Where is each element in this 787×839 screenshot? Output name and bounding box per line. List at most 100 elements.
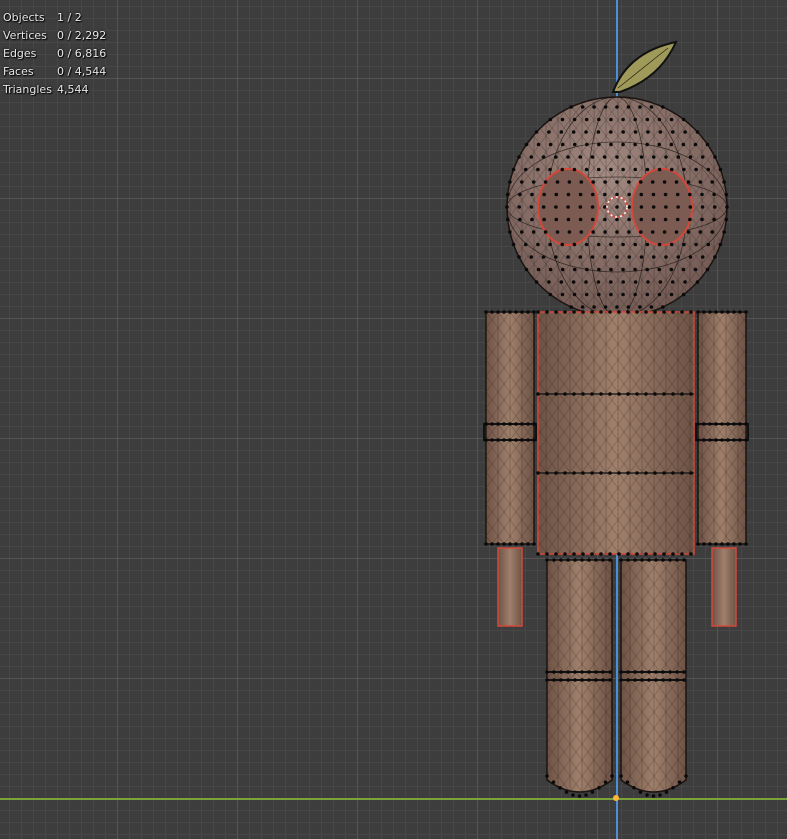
vertex-dot [508, 310, 512, 314]
vertex-dot [732, 310, 736, 314]
vertex-dot [686, 230, 691, 234]
vertex-dot [508, 438, 512, 442]
vertex-dot [536, 242, 540, 247]
vertex-dot [619, 774, 623, 778]
vertex-dot [661, 670, 665, 674]
vertex-dot [603, 180, 607, 184]
vertex-dot [563, 310, 567, 314]
vertex-dot [531, 180, 536, 184]
vertex-dot [545, 471, 549, 475]
vertex-dot [645, 292, 650, 297]
vertex-dot [654, 558, 658, 562]
vertex-dot [712, 192, 716, 197]
vertex-dot [700, 255, 705, 259]
vertex-dot [569, 105, 573, 109]
vertex-dot [517, 155, 521, 159]
vertex-dot [688, 217, 692, 222]
vertex-dot [693, 267, 698, 272]
vertex-dot [555, 180, 560, 184]
vertex-dot [609, 167, 613, 172]
vertex-dot [584, 117, 589, 122]
vertex-dot [619, 558, 623, 562]
vertex-dot [534, 130, 539, 134]
vertex-dot [603, 105, 608, 109]
vertex-dot [585, 267, 589, 272]
vertex-dot [619, 670, 623, 674]
vertex-dot [744, 542, 748, 546]
vertex-dot [496, 310, 500, 314]
vertex-dot [573, 678, 577, 682]
vertex-dot [554, 205, 558, 209]
vertex-dot [693, 142, 698, 147]
vertex-dot [633, 142, 637, 147]
vertex-dot [698, 230, 703, 234]
vertex-dot [633, 670, 637, 674]
vertex-dot [670, 280, 675, 284]
vertex-dot [554, 217, 559, 222]
vertex-dot [738, 438, 742, 442]
vertex-dot [627, 192, 631, 197]
vertex-dot [657, 167, 662, 172]
vertex-dot [680, 552, 684, 556]
vertex-dot [594, 558, 598, 562]
vertex-dot [572, 392, 576, 396]
vertex-dot [596, 130, 601, 134]
vertex-dot [732, 438, 736, 442]
vertex-dot [545, 310, 549, 314]
vertex-dot [545, 678, 549, 682]
vertex-dot [523, 242, 528, 247]
vertex-dot [689, 471, 693, 475]
stat-edges: Edges 0 / 6,816 [3, 47, 107, 60]
vertex-dot [536, 267, 541, 272]
vertex-dot [584, 167, 589, 172]
vertex-dot [684, 774, 688, 778]
right-arm [695, 311, 749, 627]
vertex-dot [644, 552, 648, 556]
vertex-dot [675, 558, 679, 562]
3d-viewport[interactable]: Objects 1 / 2 Vertices 0 / 2,292 Edges 0 / … [0, 0, 787, 839]
vertex-dot [669, 117, 674, 122]
vertex-dot [615, 205, 619, 209]
vertex-dot [662, 552, 666, 556]
vertex-dot [577, 794, 582, 798]
vertex-dot [722, 230, 726, 234]
vertex-dot [529, 205, 534, 209]
vertex-dot [627, 155, 632, 159]
vertex-dot [702, 438, 706, 442]
vertex-dot [663, 217, 668, 222]
vertex-dot [682, 678, 686, 682]
vertex-dot [545, 670, 549, 674]
vertex-dot [696, 422, 700, 426]
vertex-dot [590, 155, 595, 159]
leaf [611, 40, 678, 93]
vertex-dot [700, 155, 705, 159]
vertex-dot [545, 552, 549, 556]
vertex-dot [682, 167, 686, 172]
vertex-dot [681, 292, 686, 297]
vertex-dot [651, 155, 656, 159]
vertex-dot [633, 117, 637, 122]
vertex-dot [608, 471, 612, 475]
vertex-dot [664, 205, 668, 209]
vertex-dot [566, 192, 571, 197]
vertex-dot [505, 192, 510, 197]
vertex-dot [508, 422, 512, 426]
vertex-dot [645, 242, 650, 247]
vertex-dot [520, 422, 524, 426]
vertex-dot [726, 310, 730, 314]
vertex-dot [536, 392, 540, 396]
vertex-dot [580, 678, 584, 682]
vertex-dot [626, 392, 630, 396]
character-mesh[interactable] [0, 0, 787, 839]
vertex-dot [541, 205, 546, 209]
vertex-dot [514, 438, 518, 442]
vertex-dot [650, 180, 655, 184]
vertex-dot [633, 242, 638, 247]
vertex-dot [669, 142, 674, 147]
vertex-dot [484, 310, 488, 314]
vertex-dot [542, 217, 546, 222]
vertex-dot [626, 678, 630, 682]
vertex-dot [601, 558, 605, 562]
vertex-dot [502, 438, 506, 442]
vertex-dot [529, 155, 534, 159]
